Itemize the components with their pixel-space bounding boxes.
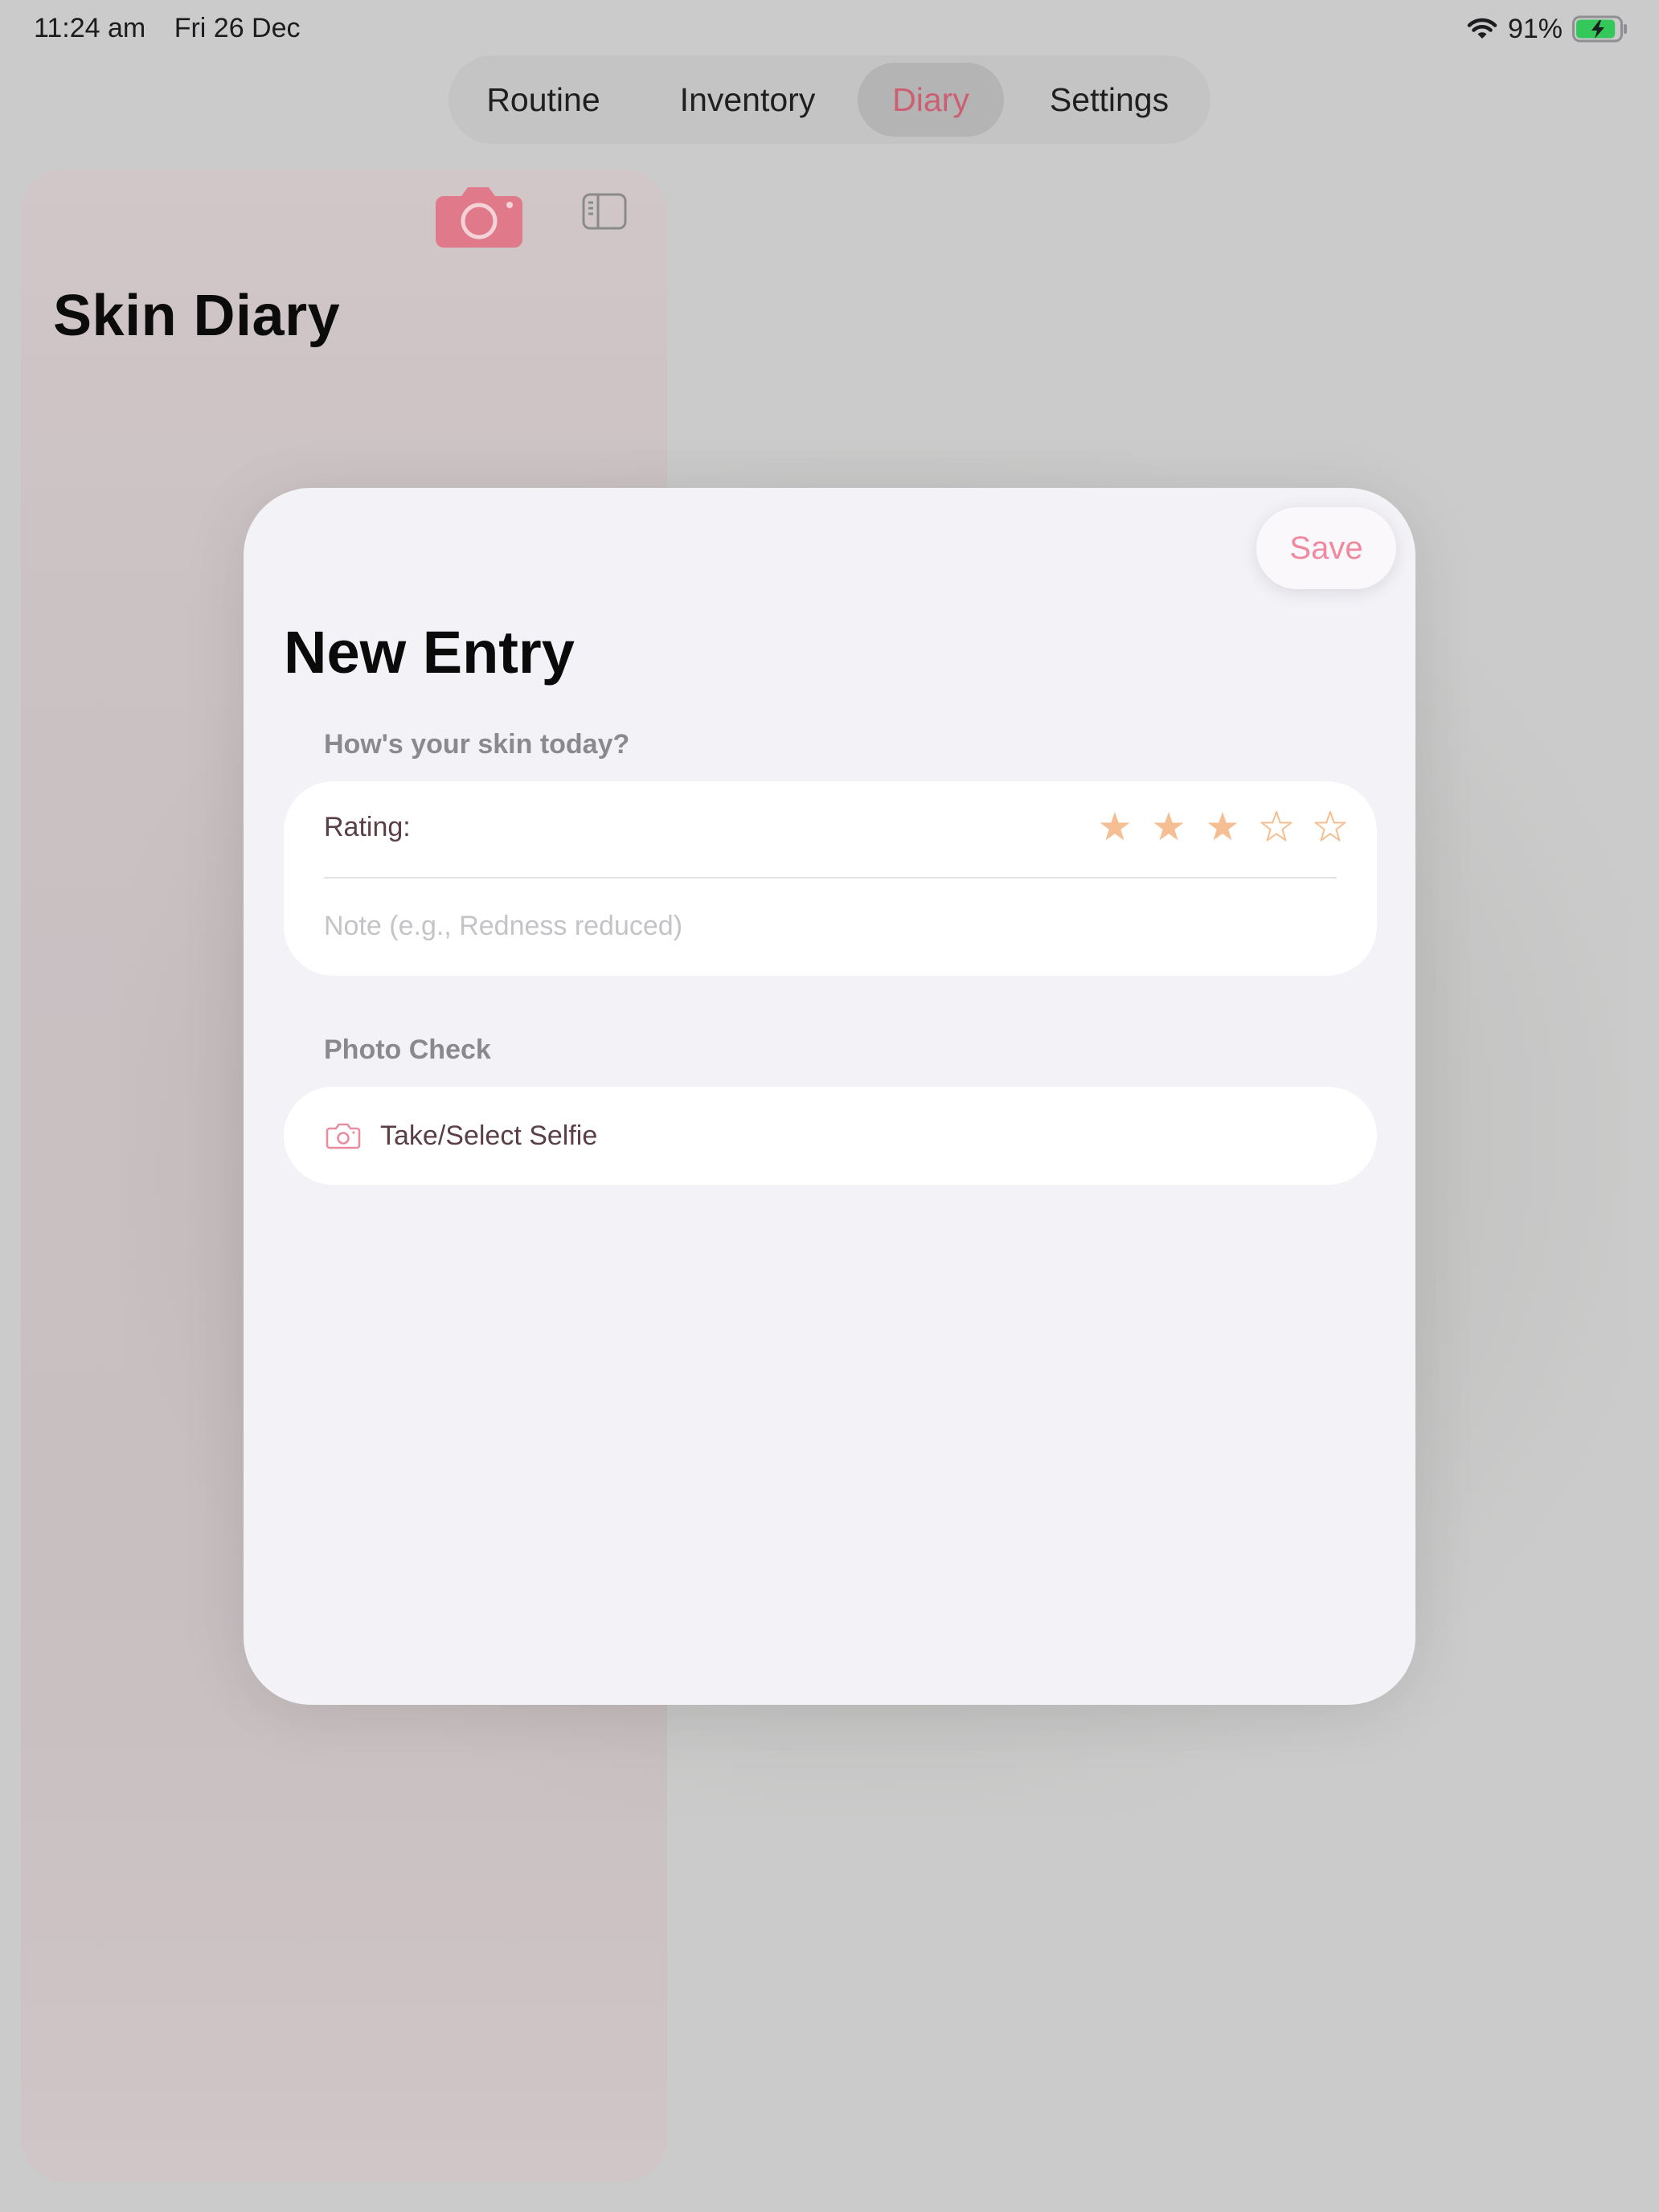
selfie-label: Take/Select Selfie: [380, 1120, 598, 1151]
selfie-card[interactable]: Take/Select Selfie: [284, 1087, 1377, 1185]
status-bar-datetime: 11:24 am Fri 26 Dec: [34, 13, 301, 44]
star-rating[interactable]: [1088, 802, 1357, 850]
tab-inventory[interactable]: Inventory: [659, 63, 836, 137]
sidebar-toggle-icon[interactable]: [582, 193, 627, 230]
take-selfie-button[interactable]: Take/Select Selfie: [284, 1087, 1377, 1185]
tab-settings[interactable]: Settings: [1017, 63, 1202, 137]
camera-icon[interactable]: [436, 185, 522, 248]
camera-icon: [326, 1123, 361, 1149]
note-input[interactable]: [324, 894, 1337, 958]
save-button[interactable]: Save: [1256, 507, 1396, 589]
tab-routine[interactable]: Routine: [463, 63, 624, 137]
wifi-icon: [1467, 18, 1497, 39]
rating-label: Rating:: [324, 812, 411, 842]
star-empty-icon[interactable]: [1249, 802, 1303, 850]
modal-title: New Entry: [284, 619, 575, 686]
battery-icon: [1572, 15, 1627, 43]
skin-section-header: How's your skin today?: [324, 729, 630, 760]
star-filled-icon[interactable]: [1088, 802, 1141, 850]
new-entry-modal: Save New Entry How's your skin today? Ra…: [244, 488, 1415, 1705]
page-title: Skin Diary: [53, 284, 341, 348]
status-date: Fri 26 Dec: [174, 13, 301, 43]
tab-diary[interactable]: Diary: [858, 63, 1004, 137]
status-bar-indicators: 91%: [1466, 11, 1628, 47]
divider: [324, 877, 1337, 879]
photo-section-header: Photo Check: [324, 1034, 491, 1065]
rating-card: Rating:: [284, 781, 1377, 976]
status-time: 11:24 am: [34, 13, 146, 43]
top-tab-bar: Routine Inventory Diary Settings: [449, 55, 1210, 144]
star-filled-icon[interactable]: [1141, 802, 1195, 850]
battery-percent: 91%: [1507, 13, 1563, 44]
star-empty-icon[interactable]: [1303, 802, 1357, 850]
star-filled-icon[interactable]: [1195, 802, 1249, 850]
